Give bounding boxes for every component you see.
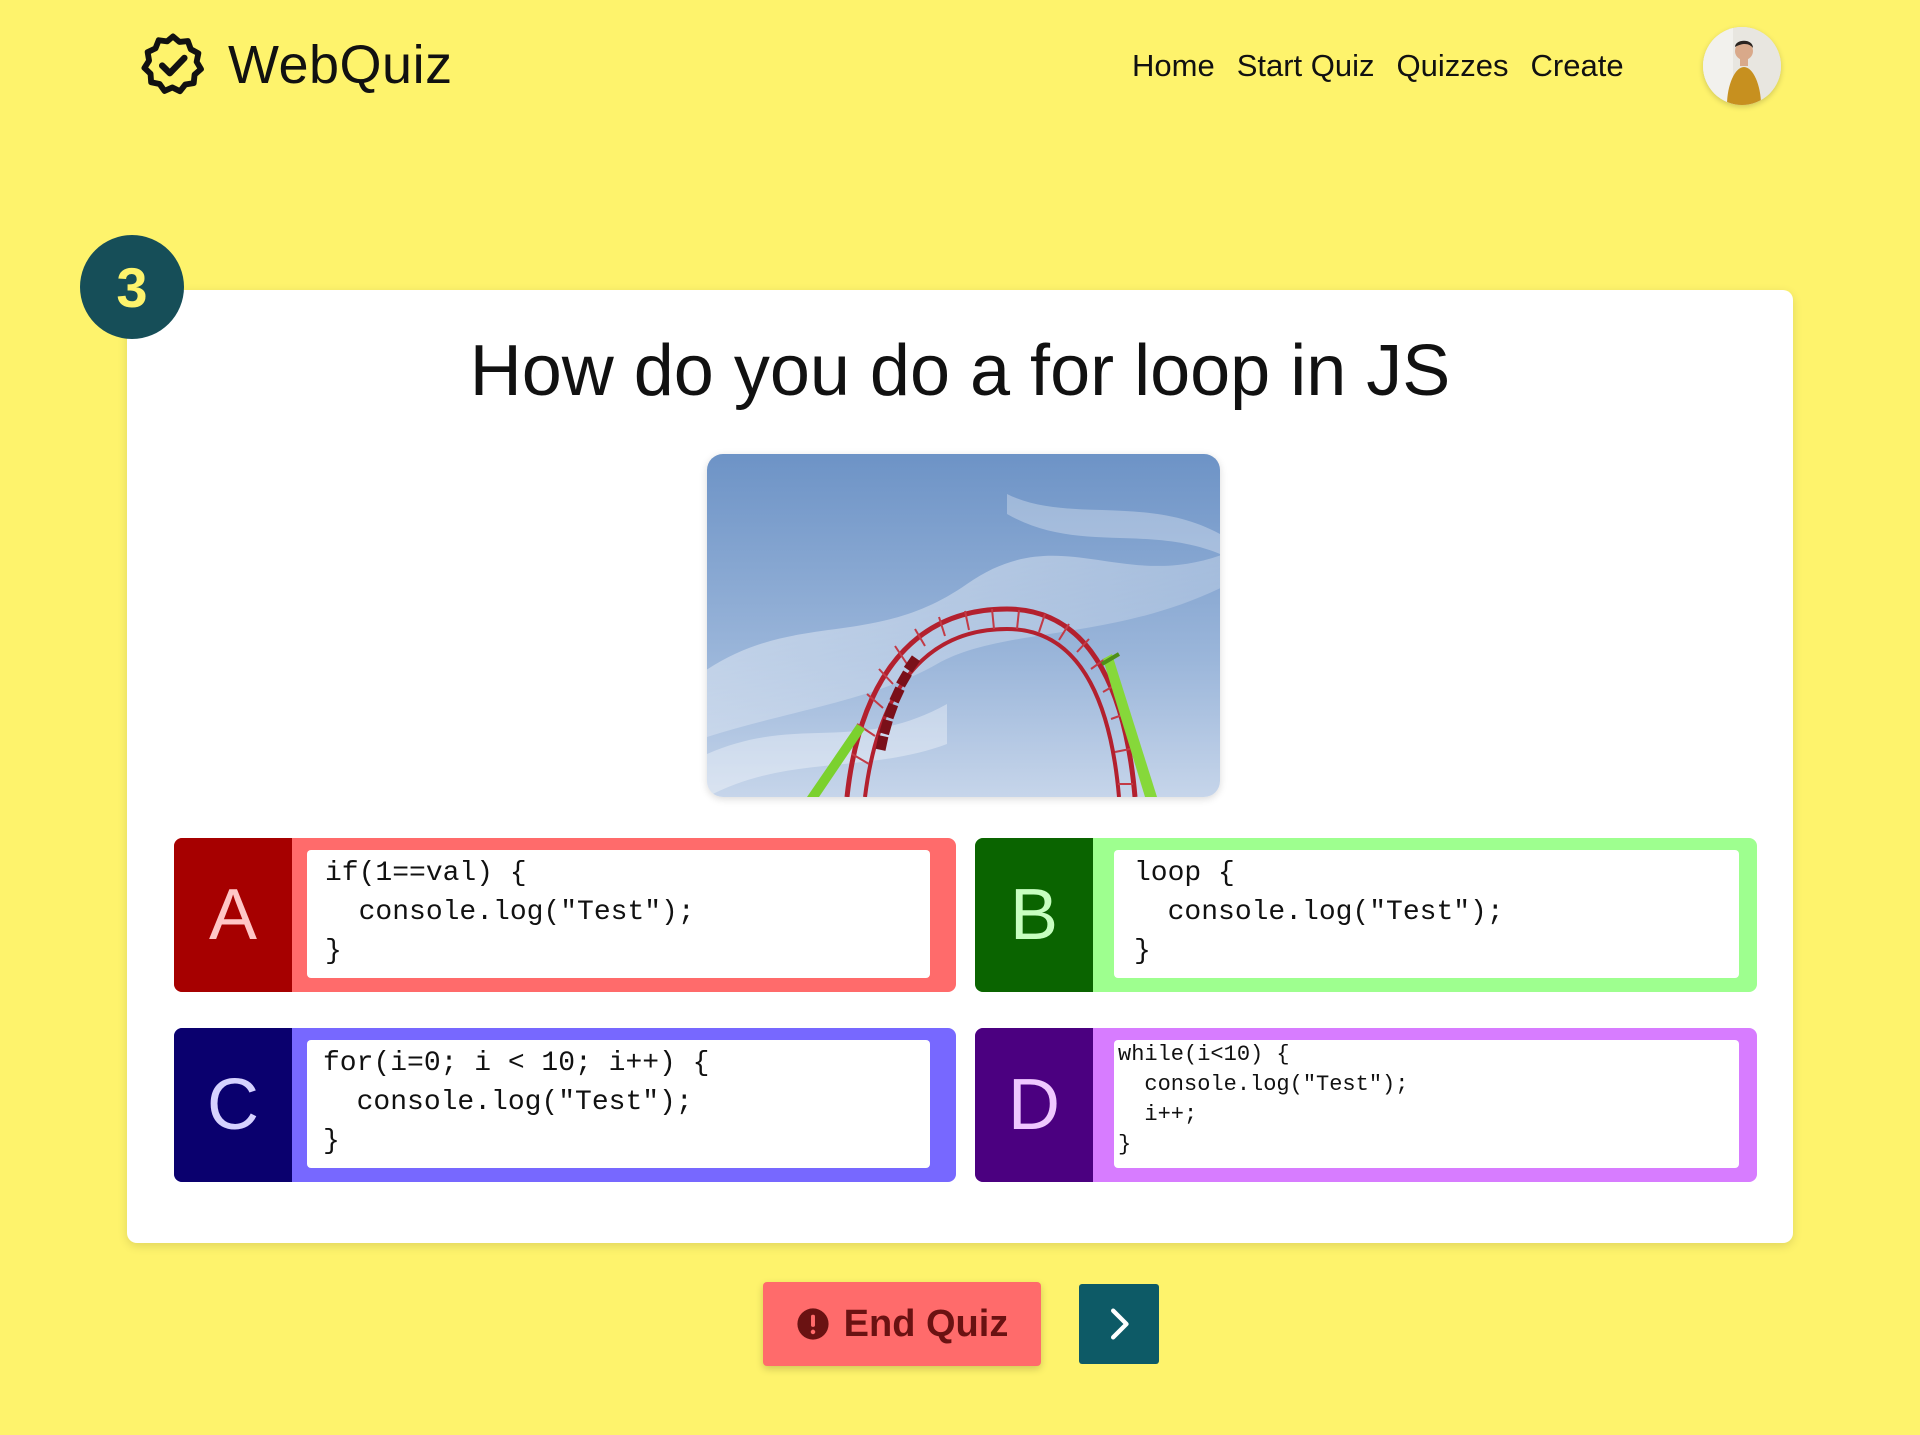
answer-option-a[interactable]: A if(1==val) { console.log("Test"); }: [174, 838, 956, 992]
answer-letter-a: A: [174, 838, 292, 992]
answer-option-d[interactable]: D while(i<10) { console.log("Test"); i++…: [975, 1028, 1757, 1182]
answer-code-c: for(i=0; i < 10; i++) { console.log("Tes…: [307, 1040, 930, 1168]
alert-circle-icon: [797, 1308, 829, 1340]
nav-create[interactable]: Create: [1531, 48, 1624, 84]
main-nav: Home Start Quiz Quizzes Create: [1132, 44, 1646, 88]
avatar[interactable]: [1703, 27, 1781, 105]
question-number-badge: 3: [80, 235, 184, 339]
end-quiz-button[interactable]: End Quiz: [763, 1282, 1041, 1366]
end-quiz-label: End Quiz: [843, 1302, 1009, 1345]
answer-letter-c: C: [174, 1028, 292, 1182]
answer-letter-b: B: [975, 838, 1093, 992]
nav-home[interactable]: Home: [1132, 48, 1215, 84]
question-title: How do you do a for loop in JS: [469, 331, 1451, 411]
brand-logo-link[interactable]: WebQuiz: [138, 30, 453, 100]
brand-name: WebQuiz: [228, 35, 453, 95]
answer-option-b[interactable]: B loop { console.log("Test"); }: [975, 838, 1757, 992]
next-question-button[interactable]: [1079, 1284, 1159, 1364]
question-card: How do you do a for loop in JS A if(1==v…: [127, 290, 1793, 1243]
nav-quizzes[interactable]: Quizzes: [1397, 48, 1509, 84]
answer-code-d: while(i<10) { console.log("Test"); i++; …: [1114, 1040, 1739, 1168]
site-header: WebQuiz Home Start Quiz Quizzes Create: [0, 0, 1920, 135]
answer-letter-d: D: [975, 1028, 1093, 1182]
nav-start-quiz[interactable]: Start Quiz: [1237, 48, 1375, 84]
answer-code-a: if(1==val) { console.log("Test"); }: [307, 850, 930, 978]
roller-coaster-photo: [707, 454, 1220, 797]
answer-code-b: loop { console.log("Test"); }: [1114, 850, 1739, 978]
chevron-right-icon: [1111, 1308, 1129, 1340]
verified-badge-icon: [141, 33, 204, 95]
answer-option-c[interactable]: C for(i=0; i < 10; i++) { console.log("T…: [174, 1028, 956, 1182]
user-avatar-image: [1703, 27, 1781, 105]
question-image: [707, 454, 1220, 797]
